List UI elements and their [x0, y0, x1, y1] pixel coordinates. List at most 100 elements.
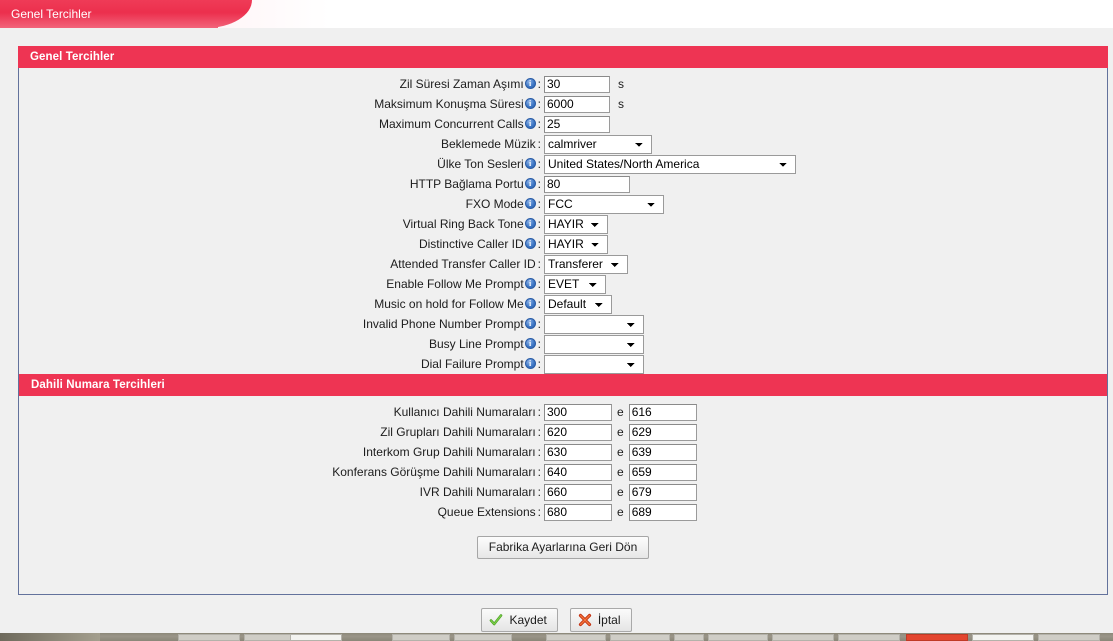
input-queue-extensions-from[interactable]: [544, 503, 612, 521]
field-container: FCC: [544, 194, 664, 214]
form-row-distinctive-caller-id: Distinctive Caller ID i: HAYIR: [19, 234, 1107, 254]
field-container: s: [544, 75, 624, 93]
label-colon: :: [537, 317, 541, 331]
label-colon: :: [537, 177, 541, 191]
label-colon: :: [537, 277, 541, 291]
select-beklemede-muzik[interactable]: calmriver: [544, 134, 652, 154]
info-icon[interactable]: i: [524, 337, 536, 349]
info-icon[interactable]: i: [524, 277, 536, 289]
input-ivr-dahili-numaralari-from[interactable]: [544, 483, 612, 501]
input-zil-gruplari-dahili-numaralari-from[interactable]: [544, 423, 612, 441]
section-header-general: Genel Tercihler: [18, 46, 1108, 68]
select-busy-line-prompt[interactable]: [544, 334, 644, 354]
tab-genel-tercihler[interactable]: Genel Tercihler: [0, 0, 218, 28]
range-field-container: e: [544, 443, 697, 461]
taskbar-item-active[interactable]: [906, 634, 968, 641]
info-icon[interactable]: i: [524, 197, 536, 209]
input-konferans-gorusme-dahili-numaralari-from[interactable]: [544, 463, 612, 481]
select-dial-failure-prompt[interactable]: [544, 354, 644, 374]
reset-button-container: Fabrika Ayarlarına Geri Dön: [19, 536, 1107, 559]
input-konferans-gorusme-dahili-numaralari-to[interactable]: [628, 463, 697, 481]
taskbar-item[interactable]: [838, 634, 900, 641]
field-label-music-on-hold-for-follow-me: Music on hold for Follow Me i:: [19, 297, 544, 311]
input-ivr-dahili-numaralari-to[interactable]: [628, 483, 697, 501]
label-text: Zil Grupları Dahili Numaraları: [380, 425, 536, 439]
info-icon[interactable]: i: [524, 357, 536, 369]
input-http-baglama-portu[interactable]: [544, 175, 630, 193]
form-row-ulke-ton-sesleri: Ülke Ton Sesleri i: United States/North Am…: [19, 154, 1107, 174]
info-icon[interactable]: i: [524, 297, 536, 309]
input-maximum-concurrent-calls[interactable]: [544, 115, 610, 133]
range-field-container: e: [544, 503, 697, 521]
footer-actions: Kaydet İptal: [0, 605, 1113, 635]
label-text: Virtual Ring Back Tone: [402, 217, 524, 231]
field-label-attended-transfer-caller-id: Attended Transfer Caller ID:: [19, 257, 544, 271]
label-text: Dial Failure Prompt: [420, 357, 524, 371]
info-icon[interactable]: i: [524, 317, 536, 329]
field-label-interkom-grup-dahili-numaralari: Interkom Grup Dahili Numaraları:: [19, 445, 544, 459]
field-unit: s: [618, 77, 624, 91]
select-enable-follow-me-prompt[interactable]: EVET: [544, 274, 606, 294]
input-zil-gruplari-dahili-numaralari-to[interactable]: [628, 423, 697, 441]
taskbar-item[interactable]: [392, 634, 450, 641]
select-music-on-hold-for-follow-me[interactable]: Default: [544, 294, 612, 314]
taskbar-item[interactable]: [1038, 634, 1100, 641]
form-row-http-baglama-portu: HTTP Bağlama Portu i:: [19, 174, 1107, 194]
select-distinctive-caller-id[interactable]: HAYIR: [544, 234, 608, 254]
select-fxo-mode[interactable]: FCC: [544, 194, 664, 214]
info-icon[interactable]: i: [524, 117, 536, 129]
tab-strip: Genel Tercihler: [0, 0, 1113, 28]
input-kullanici-dahili-numaralari-to[interactable]: [628, 403, 697, 421]
form-row-busy-line-prompt: Busy Line Prompt i:: [19, 334, 1107, 354]
label-text: FXO Mode: [465, 197, 524, 211]
taskbar-item[interactable]: [772, 634, 834, 641]
taskbar-item[interactable]: [290, 634, 342, 641]
input-maksimum-konusma-suresi[interactable]: [544, 95, 610, 113]
taskbar-item[interactable]: [972, 634, 1034, 641]
factory-reset-button[interactable]: Fabrika Ayarlarına Geri Dön: [476, 536, 650, 559]
range-field-container: e: [544, 423, 697, 441]
info-icon[interactable]: i: [524, 97, 536, 109]
input-interkom-grup-dahili-numaralari-to[interactable]: [628, 443, 697, 461]
info-icon[interactable]: i: [524, 177, 536, 189]
input-zil-suresi-zaman-asimi[interactable]: [544, 75, 610, 93]
label-colon: :: [537, 485, 541, 499]
taskbar-item[interactable]: [454, 634, 512, 641]
select-ulke-ton-sesleri[interactable]: United States/North America: [544, 154, 796, 174]
taskbar-item[interactable]: [546, 634, 606, 641]
field-label-invalid-phone-number-prompt: Invalid Phone Number Prompt i:: [19, 317, 544, 331]
info-icon[interactable]: i: [524, 237, 536, 249]
label-text: Zil Süresi Zaman Aşımı: [399, 77, 524, 91]
taskbar-item[interactable]: [674, 634, 704, 641]
label-colon: :: [537, 217, 541, 231]
label-text: Enable Follow Me Prompt: [386, 277, 524, 291]
select-virtual-ring-back-tone[interactable]: HAYIR: [544, 214, 608, 234]
label-colon: :: [537, 117, 541, 131]
field-label-distinctive-caller-id: Distinctive Caller ID i:: [19, 237, 544, 251]
info-icon[interactable]: i: [524, 77, 536, 89]
field-label-enable-follow-me-prompt: Enable Follow Me Prompt i:: [19, 277, 544, 291]
select-invalid-phone-number-prompt[interactable]: [544, 314, 644, 334]
taskbar-item[interactable]: [178, 634, 240, 641]
range-field-container: e: [544, 483, 697, 501]
input-kullanici-dahili-numaralari-from[interactable]: [544, 403, 612, 421]
input-queue-extensions-to[interactable]: [628, 503, 697, 521]
taskbar-item[interactable]: [708, 634, 768, 641]
info-icon[interactable]: i: [524, 157, 536, 169]
range-separator: e: [617, 485, 624, 499]
label-text: Distinctive Caller ID: [418, 237, 524, 251]
extension-row-zil-gruplari-dahili-numaralari: Zil Grupları Dahili Numaraları: e: [19, 422, 1107, 442]
field-container: EVET: [544, 274, 606, 294]
info-icon[interactable]: i: [524, 217, 536, 229]
field-label-virtual-ring-back-tone: Virtual Ring Back Tone i:: [19, 217, 544, 231]
select-attended-transfer-caller-id[interactable]: Transferer: [544, 254, 628, 274]
cancel-button-label: İptal: [597, 613, 621, 627]
range-field-container: e: [544, 463, 697, 481]
taskbar-item[interactable]: [610, 634, 670, 641]
input-interkom-grup-dahili-numaralari-from[interactable]: [544, 443, 612, 461]
label-text: Beklemede Müzik: [440, 137, 536, 151]
label-colon: :: [537, 405, 541, 419]
label-text: Music on hold for Follow Me: [374, 297, 524, 311]
save-button[interactable]: Kaydet: [481, 608, 558, 632]
cancel-button[interactable]: İptal: [569, 608, 632, 632]
